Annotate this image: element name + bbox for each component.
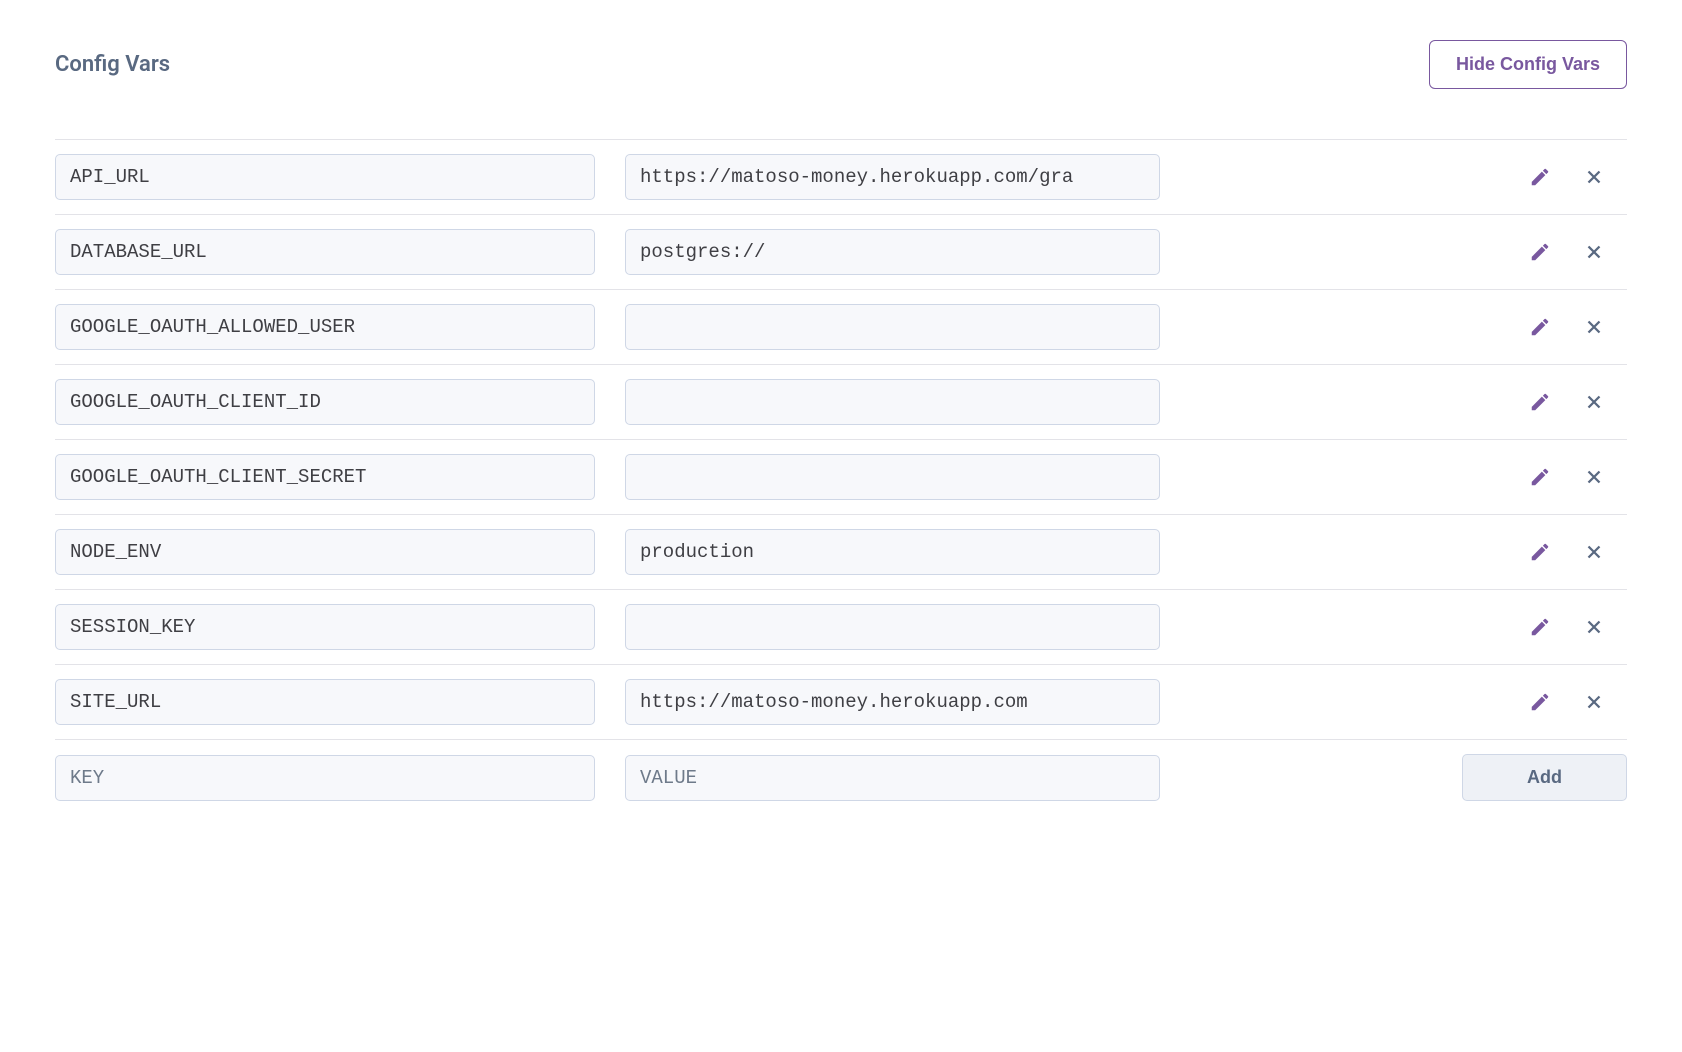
delete-button[interactable] [1579, 537, 1609, 567]
pencil-icon [1529, 541, 1551, 563]
delete-button[interactable] [1579, 387, 1609, 417]
config-key-input[interactable] [55, 529, 595, 575]
row-actions [1525, 537, 1627, 567]
close-icon [1583, 316, 1605, 338]
section-title: Config Vars [55, 52, 170, 77]
edit-button[interactable] [1525, 687, 1555, 717]
close-icon [1583, 166, 1605, 188]
config-key-input[interactable] [55, 304, 595, 350]
config-vars-list [55, 139, 1627, 740]
config-key-input[interactable] [55, 604, 595, 650]
edit-button[interactable] [1525, 312, 1555, 342]
close-icon [1583, 616, 1605, 638]
config-var-row [55, 290, 1627, 365]
add-config-var-row: Add [55, 740, 1627, 815]
config-value-input[interactable] [625, 604, 1160, 650]
edit-button[interactable] [1525, 462, 1555, 492]
pencil-icon [1529, 241, 1551, 263]
pencil-icon [1529, 316, 1551, 338]
config-key-input[interactable] [55, 154, 595, 200]
config-value-input[interactable] [625, 679, 1160, 725]
config-key-input[interactable] [55, 229, 595, 275]
config-var-row [55, 215, 1627, 290]
config-key-input[interactable] [55, 454, 595, 500]
add-button[interactable]: Add [1462, 754, 1627, 801]
config-var-row [55, 365, 1627, 440]
close-icon [1583, 541, 1605, 563]
config-value-input[interactable] [625, 229, 1160, 275]
pencil-icon [1529, 466, 1551, 488]
edit-button[interactable] [1525, 387, 1555, 417]
new-value-input[interactable] [625, 755, 1160, 801]
delete-button[interactable] [1579, 612, 1609, 642]
hide-config-vars-button[interactable]: Hide Config Vars [1429, 40, 1627, 89]
pencil-icon [1529, 166, 1551, 188]
close-icon [1583, 391, 1605, 413]
config-var-row [55, 440, 1627, 515]
new-key-input[interactable] [55, 755, 595, 801]
pencil-icon [1529, 391, 1551, 413]
edit-button[interactable] [1525, 162, 1555, 192]
config-key-input[interactable] [55, 379, 595, 425]
row-actions [1525, 612, 1627, 642]
delete-button[interactable] [1579, 162, 1609, 192]
config-value-input[interactable] [625, 379, 1160, 425]
pencil-icon [1529, 691, 1551, 713]
pencil-icon [1529, 616, 1551, 638]
close-icon [1583, 691, 1605, 713]
row-actions [1525, 312, 1627, 342]
delete-button[interactable] [1579, 237, 1609, 267]
config-var-row [55, 665, 1627, 740]
config-var-row [55, 590, 1627, 665]
config-key-input[interactable] [55, 679, 595, 725]
edit-button[interactable] [1525, 612, 1555, 642]
close-icon [1583, 241, 1605, 263]
row-actions [1525, 387, 1627, 417]
edit-button[interactable] [1525, 237, 1555, 267]
delete-button[interactable] [1579, 312, 1609, 342]
row-actions [1525, 462, 1627, 492]
config-value-input[interactable] [625, 529, 1160, 575]
config-var-row [55, 139, 1627, 215]
close-icon [1583, 466, 1605, 488]
config-value-input[interactable] [625, 154, 1160, 200]
config-value-input[interactable] [625, 304, 1160, 350]
config-var-row [55, 515, 1627, 590]
row-actions [1525, 237, 1627, 267]
row-actions [1525, 687, 1627, 717]
row-actions [1525, 162, 1627, 192]
delete-button[interactable] [1579, 462, 1609, 492]
config-value-input[interactable] [625, 454, 1160, 500]
edit-button[interactable] [1525, 537, 1555, 567]
delete-button[interactable] [1579, 687, 1609, 717]
